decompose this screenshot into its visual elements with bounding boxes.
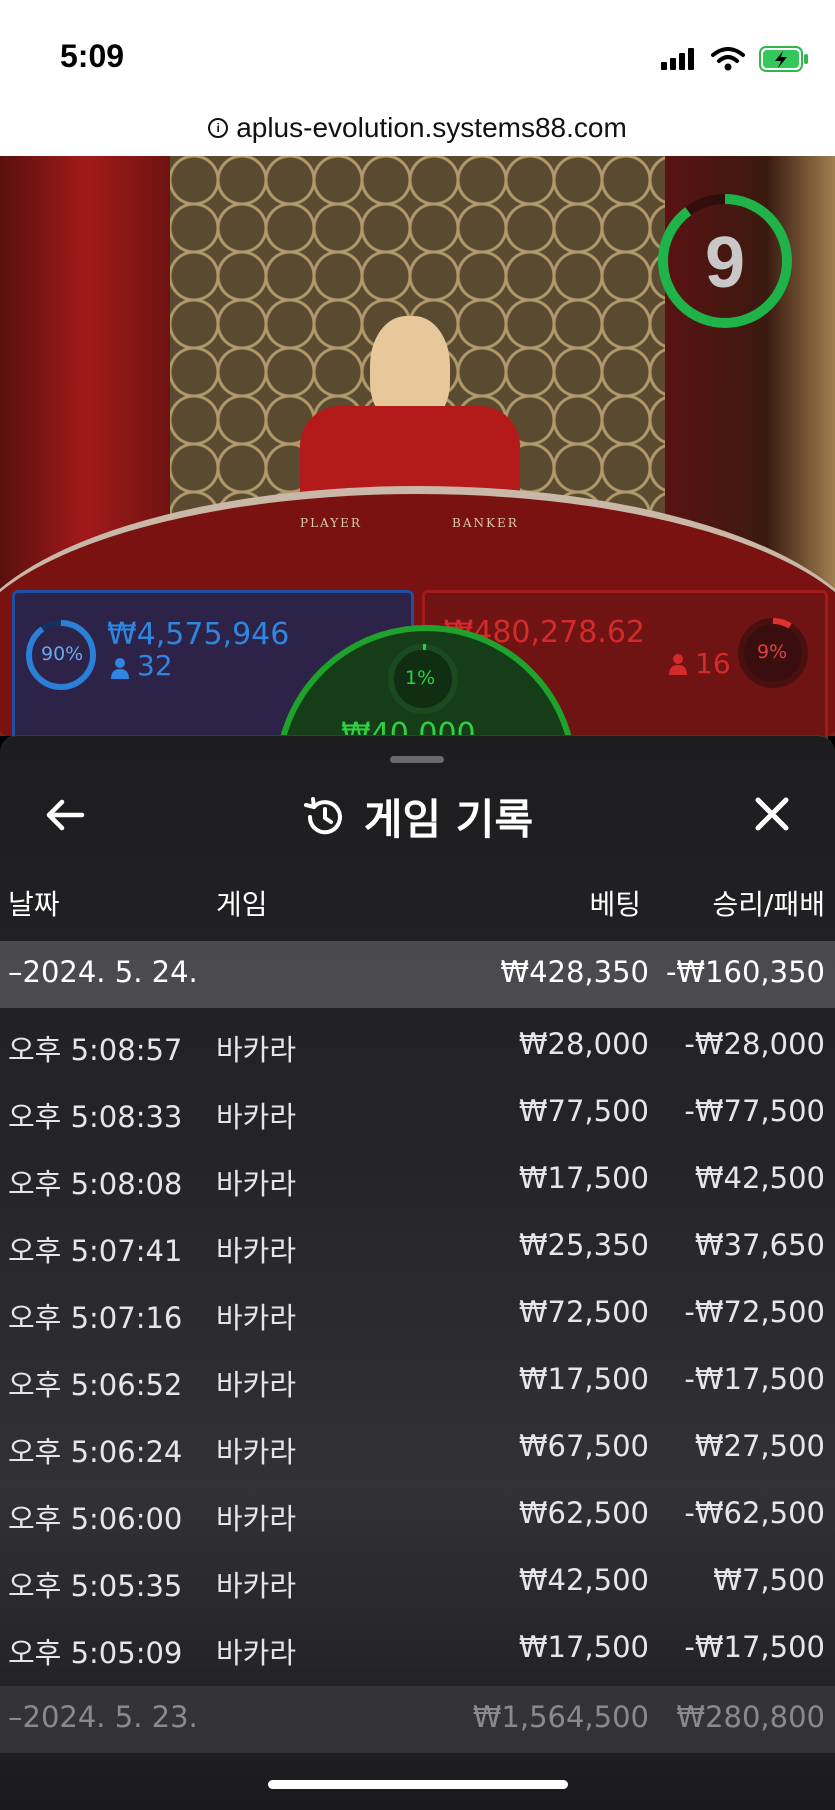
row-winloss: -₩17,500: [684, 1362, 825, 1396]
row-bet: ₩25,350: [518, 1228, 649, 1262]
date-group-row[interactable]: –2024. 5. 23. ₩1,564,500 ₩280,800: [0, 1686, 835, 1753]
row-game: 바카라: [216, 1636, 297, 1670]
group-winloss-total: ₩280,800: [676, 1700, 825, 1734]
history-row[interactable]: 오후 5:06:52 바카라 ₩17,500 -₩17,500: [0, 1348, 835, 1415]
history-icon: [303, 796, 342, 834]
row-game: 바카라: [216, 1435, 297, 1469]
tie-percent: 1%: [405, 667, 436, 689]
history-row[interactable]: 오후 5:05:35 바카라 ₩42,500 ₩7,500: [0, 1549, 835, 1616]
row-game: 바카라: [216, 1234, 297, 1268]
group-date: –2024. 5. 23.: [8, 1700, 198, 1734]
player-user-icon: [111, 657, 129, 683]
column-date: 날짜: [8, 888, 60, 921]
status-bar: 5:09: [0, 0, 835, 100]
player-percent: 90%: [41, 643, 84, 665]
column-bet: 베팅: [589, 888, 641, 921]
table-label-player: PLAYER: [300, 516, 362, 530]
column-game: 게임: [216, 888, 268, 921]
banker-count: 16: [695, 647, 731, 680]
row-game: 바카라: [216, 1368, 297, 1402]
table-label-banker: BANKER: [452, 516, 519, 530]
row-bet: ₩17,500: [518, 1161, 649, 1195]
group-winloss-total: -₩160,350: [665, 955, 825, 989]
player-count: 32: [137, 649, 173, 682]
url-text: aplus-evolution.systems88.com: [236, 112, 627, 143]
group-bet-total: ₩428,350: [500, 955, 649, 989]
row-game: 바카라: [216, 1100, 297, 1134]
cellular-signal-icon: [661, 48, 694, 70]
row-time: 오후 5:07:16: [8, 1301, 183, 1335]
sheet-header: 게임 기록: [0, 766, 835, 866]
row-winloss: -₩28,000: [684, 1027, 825, 1061]
player-total-bet: ₩4,575,946: [107, 617, 290, 652]
row-bet: ₩67,500: [518, 1429, 649, 1463]
row-time: 오후 5:08:08: [8, 1167, 183, 1201]
column-winloss: 승리/패배: [712, 888, 825, 921]
sheet-title: 게임 기록: [363, 795, 534, 844]
game-history-sheet: 게임 기록 날짜 게임 베팅 승리/패배 –2024. 5. 24. ₩428,…: [0, 735, 835, 1810]
row-game: 바카라: [216, 1167, 297, 1201]
history-row[interactable]: 오후 5:06:00 바카라 ₩62,500 -₩62,500: [0, 1482, 835, 1549]
row-game: 바카라: [216, 1033, 297, 1067]
row-time: 오후 5:08:33: [8, 1100, 183, 1134]
row-game: 바카라: [216, 1502, 297, 1536]
column-headers: 날짜 게임 베팅 승리/패배: [0, 871, 835, 931]
history-row[interactable]: 오후 5:06:24 바카라 ₩67,500 ₩27,500: [0, 1415, 835, 1482]
group-date: –2024. 5. 24.: [8, 955, 198, 989]
close-icon[interactable]: [746, 788, 798, 840]
row-time: 오후 5:05:35: [8, 1569, 183, 1603]
wifi-icon: [711, 47, 745, 71]
countdown-value: 9: [705, 223, 745, 303]
home-indicator[interactable]: [268, 1780, 568, 1789]
row-winloss: -₩17,500: [684, 1630, 825, 1664]
history-row[interactable]: 오후 5:07:41 바카라 ₩25,350 ₩37,650: [0, 1214, 835, 1281]
history-row[interactable]: 오후 5:08:08 바카라 ₩17,500 ₩42,500: [0, 1147, 835, 1214]
row-time: 오후 5:07:41: [8, 1234, 183, 1268]
date-group-row[interactable]: –2024. 5. 24. ₩428,350 -₩160,350: [0, 941, 835, 1008]
row-bet: ₩17,500: [518, 1362, 649, 1396]
system-icons: [661, 46, 809, 72]
sheet-grabber[interactable]: [390, 756, 444, 763]
row-winloss: -₩72,500: [684, 1295, 825, 1329]
row-winloss: ₩27,500: [694, 1429, 825, 1463]
row-time: 오후 5:05:09: [8, 1636, 183, 1670]
row-winloss: ₩42,500: [694, 1161, 825, 1195]
row-bet: ₩62,500: [518, 1496, 649, 1530]
row-bet: ₩28,000: [518, 1027, 649, 1061]
history-row[interactable]: 오후 5:08:33 바카라 ₩77,500 -₩77,500: [0, 1080, 835, 1147]
row-time: 오후 5:08:57: [8, 1033, 183, 1067]
banker-user-icon: [669, 653, 687, 679]
history-row[interactable]: 오후 5:07:16 바카라 ₩72,500 -₩72,500: [0, 1281, 835, 1348]
row-winloss: ₩37,650: [694, 1228, 825, 1262]
row-time: 오후 5:06:24: [8, 1435, 183, 1469]
countdown-timer: 9: [658, 194, 792, 328]
row-winloss: -₩77,500: [684, 1094, 825, 1128]
row-winloss: -₩62,500: [684, 1496, 825, 1530]
row-time: 오후 5:06:00: [8, 1502, 183, 1536]
row-bet: ₩72,500: [518, 1295, 649, 1329]
row-time: 오후 5:06:52: [8, 1368, 183, 1402]
row-game: 바카라: [216, 1569, 297, 1603]
battery-charging-icon: [759, 46, 808, 72]
row-bet: ₩42,500: [518, 1563, 649, 1597]
info-icon[interactable]: i: [208, 118, 229, 138]
row-winloss: ₩7,500: [713, 1563, 825, 1597]
row-bet: ₩17,500: [518, 1630, 649, 1664]
row-bet: ₩77,500: [518, 1094, 649, 1128]
address-bar[interactable]: i aplus-evolution.systems88.com: [0, 100, 835, 156]
group-bet-total: ₩1,564,500: [472, 1700, 649, 1734]
history-row[interactable]: 오후 5:08:57 바카라 ₩28,000 -₩28,000: [0, 1013, 835, 1080]
clock: 5:09: [60, 38, 125, 74]
history-row[interactable]: 오후 5:05:09 바카라 ₩17,500 -₩17,500: [0, 1616, 835, 1683]
banker-percent: 9%: [757, 641, 788, 663]
sheet-title-group: 게임 기록: [0, 786, 835, 847]
row-game: 바카라: [216, 1301, 297, 1335]
